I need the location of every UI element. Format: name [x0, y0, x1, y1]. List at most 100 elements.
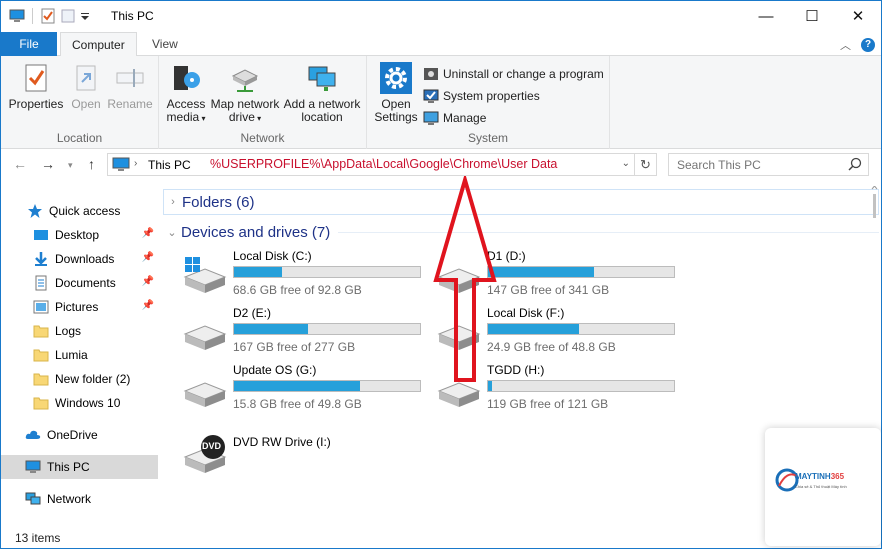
nav-desktop[interactable]: Desktop 📌	[1, 223, 158, 247]
nav-documents[interactable]: Documents 📌	[1, 271, 158, 295]
item-count: 13 items	[15, 531, 61, 545]
usage-bar	[233, 323, 421, 335]
add-network-location-button[interactable]: Add a network location	[281, 62, 363, 124]
nav-network-label: Network	[47, 492, 92, 506]
refresh-icon[interactable]: ↻	[634, 154, 656, 175]
search-input[interactable]	[669, 154, 844, 175]
system-properties-icon	[423, 88, 439, 104]
nav-folder-logs[interactable]: Logs	[1, 319, 158, 343]
maximize-button[interactable]: ☐	[789, 1, 835, 31]
window-title: This PC	[111, 9, 154, 23]
drive-h[interactable]: TGDD (H:) 119 GB free of 121 GB	[435, 363, 685, 413]
address-dropdown-icon[interactable]: ⌄	[622, 158, 630, 169]
navigation-bar: ← → ▾ ↑ › This PC %USERPROFILE%\AppData\…	[1, 150, 881, 180]
pin-icon[interactable]: 📌	[142, 252, 154, 263]
up-arrow-icon[interactable]: ↑	[88, 156, 95, 172]
network-icon	[25, 491, 41, 507]
address-bar[interactable]: › This PC %USERPROFILE%\AppData\Local\Go…	[107, 153, 657, 176]
manage-label: Manage	[443, 111, 487, 125]
document-icon	[33, 275, 49, 291]
manage-button[interactable]: Manage	[423, 107, 604, 129]
back-arrow-icon[interactable]: ←	[13, 156, 27, 172]
drive-d[interactable]: D1 (D:) 147 GB free of 341 GB	[435, 249, 685, 299]
this-pc-address-icon	[112, 157, 130, 172]
search-box[interactable]	[668, 153, 869, 176]
usage-bar	[233, 266, 421, 278]
pin-icon[interactable]: 📌	[142, 300, 154, 311]
nav-onedrive[interactable]: OneDrive	[1, 423, 158, 447]
desktop-icon	[33, 227, 49, 243]
search-icon[interactable]	[848, 157, 862, 171]
forward-arrow-icon[interactable]: →	[41, 156, 55, 172]
folder-icon	[33, 347, 49, 363]
usage-bar	[487, 266, 675, 278]
nav-documents-label: Documents	[55, 276, 116, 290]
navigation-pane: Quick access Desktop 📌 Downloads 📌 Docum…	[1, 189, 161, 529]
minimize-button[interactable]: —	[743, 1, 789, 31]
usage-fill	[234, 381, 361, 391]
pin-icon[interactable]: 📌	[142, 276, 154, 287]
usage-fill	[234, 267, 283, 277]
hard-drive-icon	[437, 255, 481, 295]
drive-name: Local Disk (F:)	[487, 306, 565, 320]
nav-downloads[interactable]: Downloads 📌	[1, 247, 158, 271]
pin-icon[interactable]: 📌	[142, 228, 154, 239]
usage-bar	[233, 380, 421, 392]
recent-locations-chevron-icon[interactable]: ▾	[68, 160, 73, 171]
map-network-drive-button[interactable]: Map network drive ▾	[209, 62, 281, 125]
nav-pictures[interactable]: Pictures 📌	[1, 295, 158, 319]
properties-button[interactable]: Properties	[7, 62, 65, 111]
usage-fill	[488, 324, 580, 334]
new-folder-icon[interactable]	[60, 8, 76, 24]
chevron-down-icon[interactable]: ⌄	[163, 226, 181, 239]
dvd-drive-icon: DVD	[183, 433, 227, 473]
tab-file[interactable]: File	[1, 32, 57, 56]
breadcrumb-chevron-icon[interactable]: ›	[134, 158, 137, 169]
rename-button[interactable]: Rename	[107, 62, 153, 111]
nav-quick-access[interactable]: Quick access	[1, 199, 158, 223]
nav-network[interactable]: Network	[1, 487, 158, 511]
drive-c[interactable]: Local Disk (C:) 68.6 GB free of 92.8 GB	[181, 249, 431, 299]
group-location-label: Location	[56, 131, 103, 145]
section-divider	[338, 231, 879, 233]
drive-g[interactable]: Update OS (G:) 15.8 GB free of 49.8 GB	[181, 363, 431, 413]
devices-title: Devices and drives (7)	[181, 223, 331, 241]
star-icon	[27, 203, 43, 219]
typed-path[interactable]: %USERPROFILE%\AppData\Local\Google\Chrom…	[210, 157, 557, 171]
tab-view[interactable]: View	[141, 32, 189, 56]
customize-toolbar-icon[interactable]	[80, 8, 90, 24]
computer-icon	[25, 459, 41, 475]
close-button[interactable]: ✕	[835, 1, 881, 31]
uninstall-program-button[interactable]: Uninstall or change a program	[423, 63, 604, 85]
this-pc-icon[interactable]	[9, 8, 25, 24]
nav-folder-lumia[interactable]: Lumia	[1, 343, 158, 367]
folders-group-header[interactable]: › Folders (6)	[163, 189, 879, 215]
hard-drive-icon	[437, 312, 481, 352]
devices-group-header[interactable]: ⌄ Devices and drives (7)	[163, 219, 879, 245]
access-media-button[interactable]: Access media ▾	[163, 62, 209, 125]
help-icon[interactable]: ?	[861, 38, 875, 52]
nav-this-pc[interactable]: This PC	[1, 455, 158, 479]
nav-quick-access-label: Quick access	[49, 204, 121, 218]
hard-drive-icon	[437, 369, 481, 409]
open-button[interactable]: Open	[67, 62, 105, 111]
properties-icon[interactable]	[40, 8, 56, 24]
nav-folder-new-folder-2[interactable]: New folder (2)	[1, 367, 158, 391]
rename-label: Rename	[107, 97, 153, 111]
system-properties-button[interactable]: System properties	[423, 85, 604, 107]
drive-e[interactable]: D2 (E:) 167 GB free of 277 GB	[181, 306, 431, 356]
properties-large-icon	[20, 62, 52, 94]
drive-name: Update OS (G:)	[233, 363, 317, 377]
breadcrumb-this-pc[interactable]: This PC	[148, 158, 191, 172]
nav-folder-windows-10[interactable]: Windows 10	[1, 391, 158, 415]
drive-f[interactable]: Local Disk (F:) 24.9 GB free of 48.8 GB	[435, 306, 685, 356]
windows-drive-icon	[183, 255, 227, 295]
system-properties-label: System properties	[443, 89, 540, 103]
chevron-right-icon[interactable]: ›	[164, 196, 182, 208]
open-settings-button[interactable]: Open Settings	[373, 62, 419, 124]
chevron-up-icon[interactable]: ︿	[840, 37, 851, 53]
tab-computer[interactable]: Computer	[60, 32, 137, 57]
drive-i[interactable]: DVD DVD RW Drive (I:)	[181, 433, 431, 483]
usage-fill	[488, 381, 492, 391]
open-large-icon	[70, 62, 102, 94]
